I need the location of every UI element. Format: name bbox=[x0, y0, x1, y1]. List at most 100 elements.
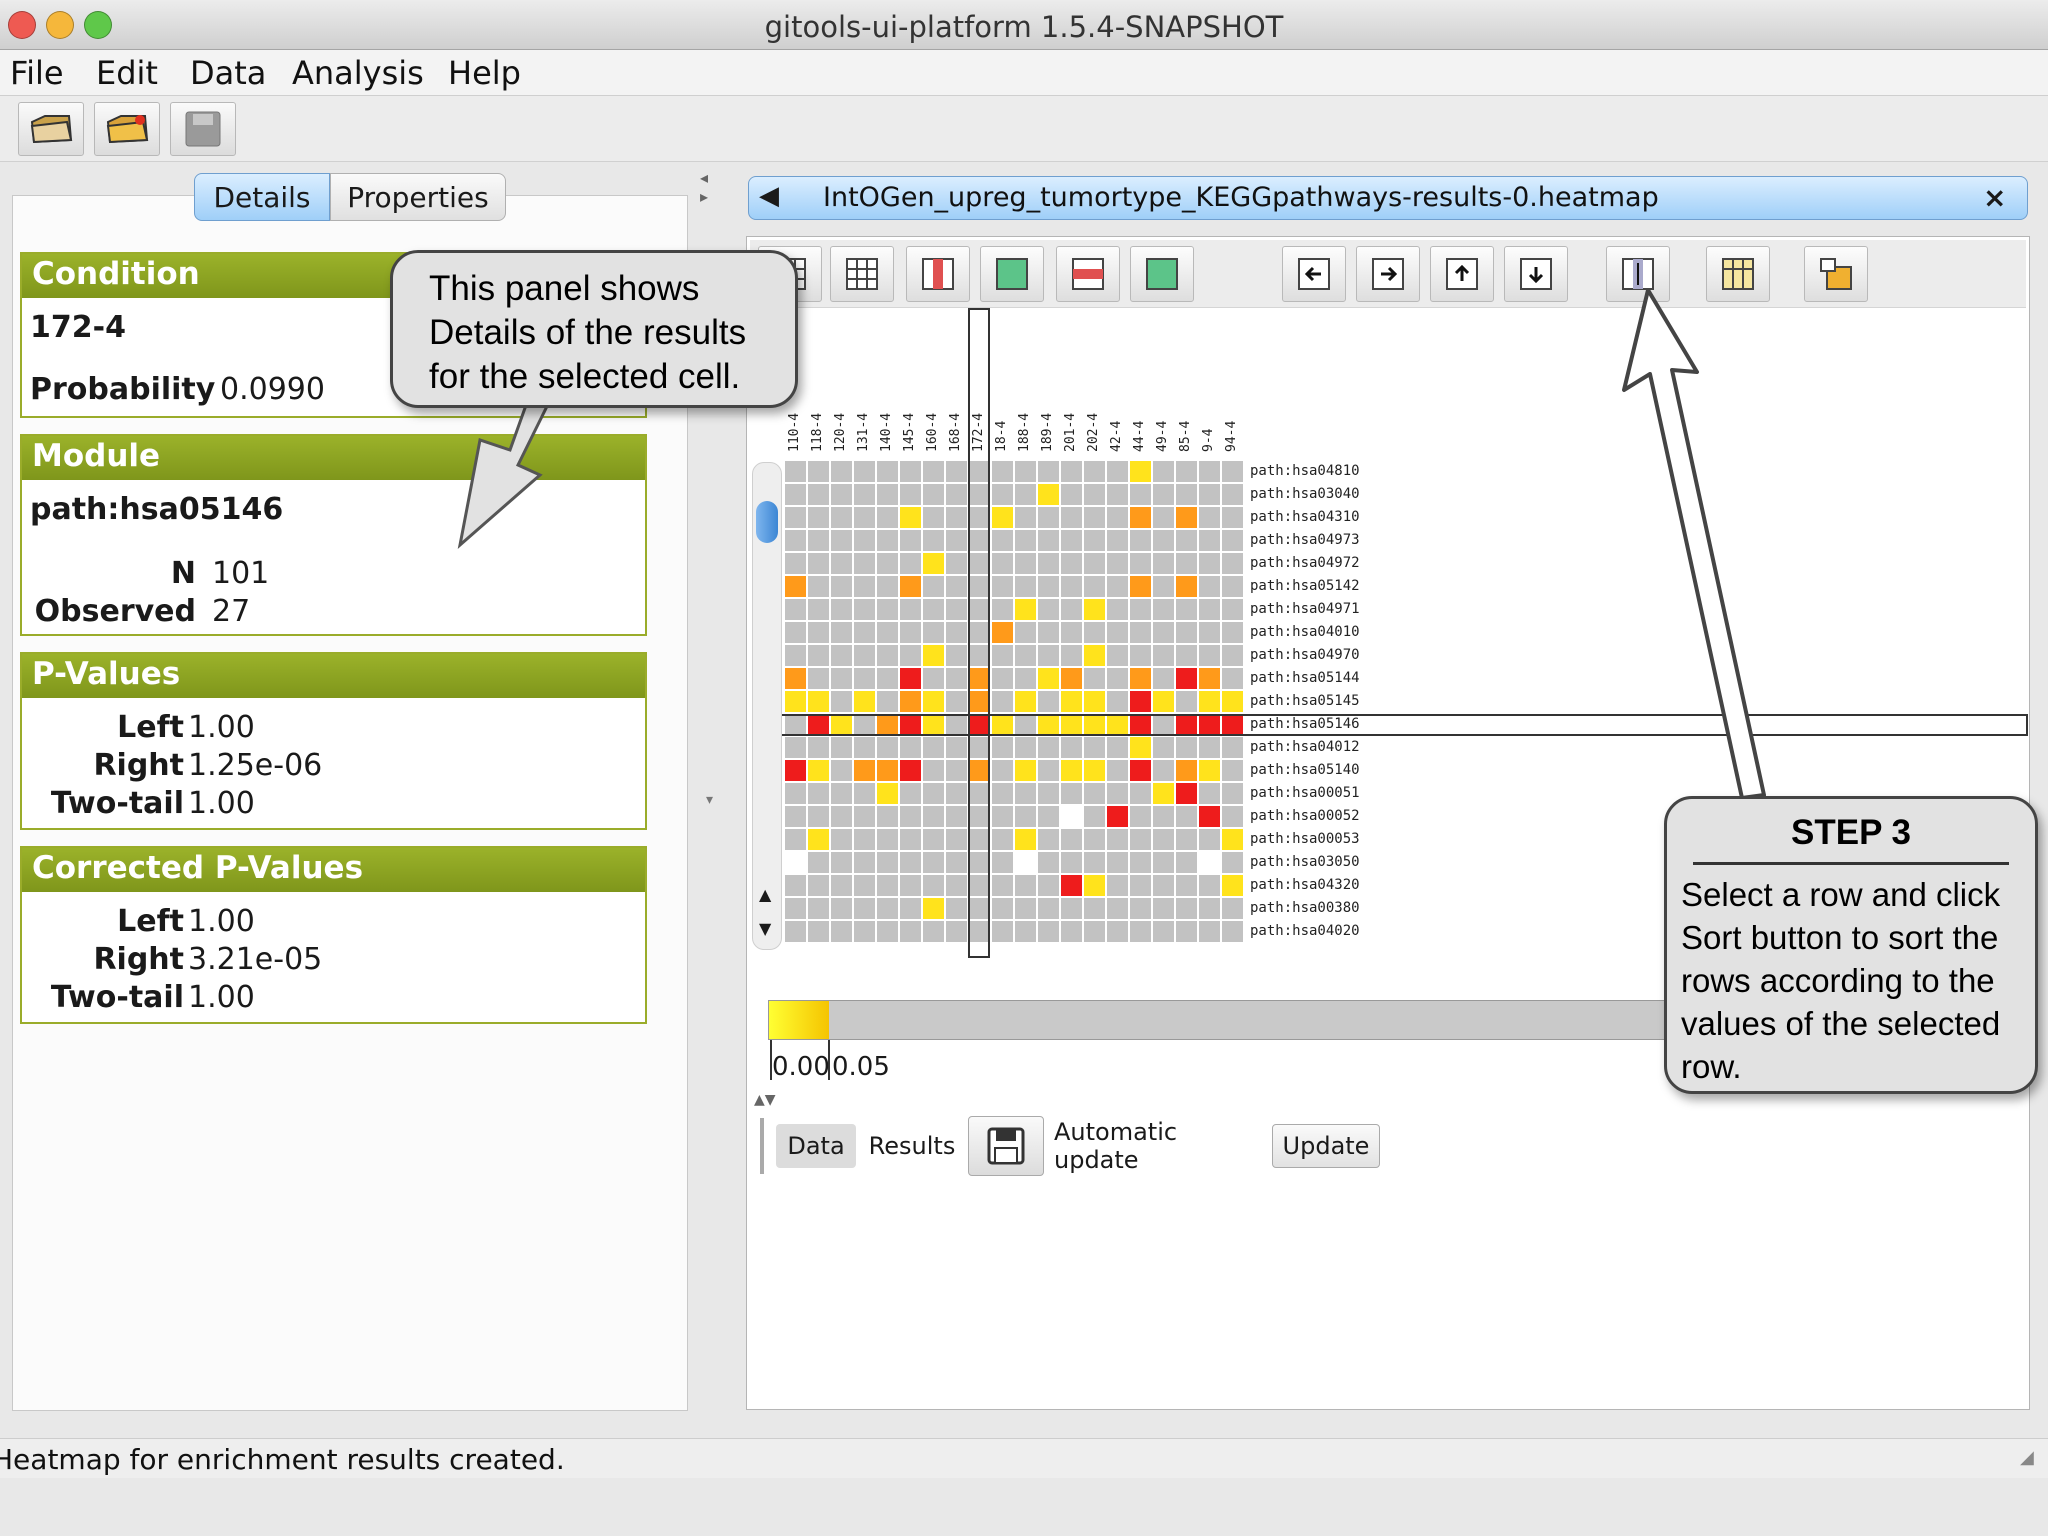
heatmap-cell[interactable] bbox=[1083, 644, 1106, 667]
heatmap-cell[interactable] bbox=[1152, 805, 1175, 828]
menu-help[interactable]: Help bbox=[448, 54, 521, 92]
heatmap-cell[interactable] bbox=[1037, 644, 1060, 667]
heatmap-cell[interactable] bbox=[1037, 897, 1060, 920]
heatmap-cell[interactable] bbox=[968, 483, 991, 506]
heatmap-cell[interactable] bbox=[1221, 529, 1244, 552]
heatmap-cell[interactable] bbox=[945, 506, 968, 529]
heatmap-cell[interactable] bbox=[1106, 644, 1129, 667]
heatmap-cell[interactable] bbox=[830, 621, 853, 644]
heatmap-cell[interactable] bbox=[853, 736, 876, 759]
heatmap-cell[interactable] bbox=[1152, 460, 1175, 483]
heatmap-cell[interactable] bbox=[968, 506, 991, 529]
heatmap-cell[interactable] bbox=[1106, 575, 1129, 598]
open-project-button[interactable] bbox=[94, 102, 160, 156]
heatmap-cell[interactable] bbox=[784, 483, 807, 506]
move-down-button[interactable] bbox=[1504, 246, 1568, 302]
heatmap-cell[interactable] bbox=[1198, 621, 1221, 644]
heatmap-cell[interactable] bbox=[1060, 598, 1083, 621]
heatmap-cell[interactable] bbox=[1060, 483, 1083, 506]
heatmap-cell[interactable] bbox=[1152, 851, 1175, 874]
heatmap-cell[interactable] bbox=[784, 690, 807, 713]
heatmap-cell[interactable] bbox=[899, 874, 922, 897]
heatmap-cell[interactable] bbox=[1198, 552, 1221, 575]
heatmap-cell[interactable] bbox=[1129, 529, 1152, 552]
heatmap-cell[interactable] bbox=[1152, 759, 1175, 782]
heatmap-cell[interactable] bbox=[830, 667, 853, 690]
heatmap-cell[interactable] bbox=[876, 805, 899, 828]
heatmap-cell[interactable] bbox=[922, 920, 945, 943]
heatmap-cell[interactable] bbox=[853, 506, 876, 529]
heatmap-cell[interactable] bbox=[945, 851, 968, 874]
heatmap-cell[interactable] bbox=[991, 621, 1014, 644]
heatmap-cell[interactable] bbox=[968, 851, 991, 874]
heatmap-cell[interactable] bbox=[1175, 828, 1198, 851]
row-label[interactable]: path:hsa04012 bbox=[1250, 739, 1360, 755]
heatmap-cell[interactable] bbox=[853, 621, 876, 644]
heatmap-cell[interactable] bbox=[1175, 897, 1198, 920]
heatmap-cell[interactable] bbox=[1129, 690, 1152, 713]
heatmap-cell[interactable] bbox=[945, 713, 968, 736]
heatmap-cell[interactable] bbox=[968, 897, 991, 920]
heatmap-cell[interactable] bbox=[1060, 690, 1083, 713]
heatmap-cell[interactable] bbox=[922, 460, 945, 483]
heatmap-cell[interactable] bbox=[899, 483, 922, 506]
heatmap-cell[interactable] bbox=[968, 621, 991, 644]
heatmap-cell[interactable] bbox=[784, 920, 807, 943]
heatmap-cell[interactable] bbox=[1129, 736, 1152, 759]
heatmap-cell[interactable] bbox=[1106, 690, 1129, 713]
menu-analysis[interactable]: Analysis bbox=[292, 54, 424, 92]
heatmap-cell[interactable] bbox=[968, 828, 991, 851]
heatmap-cell[interactable] bbox=[991, 506, 1014, 529]
heatmap-cell[interactable] bbox=[899, 644, 922, 667]
heatmap-cell[interactable] bbox=[876, 644, 899, 667]
heatmap-cell[interactable] bbox=[1060, 460, 1083, 483]
heatmap-cell[interactable] bbox=[1221, 552, 1244, 575]
heatmap-cell[interactable] bbox=[1198, 851, 1221, 874]
heatmap-cell[interactable] bbox=[968, 644, 991, 667]
column-label[interactable]: 172-4 bbox=[971, 413, 986, 452]
heatmap-cell[interactable] bbox=[830, 759, 853, 782]
heatmap-cell[interactable] bbox=[830, 920, 853, 943]
heatmap-cell[interactable] bbox=[1083, 483, 1106, 506]
heatmap-cell[interactable] bbox=[1106, 736, 1129, 759]
heatmap-cell[interactable] bbox=[968, 805, 991, 828]
row-label[interactable]: path:hsa00052 bbox=[1250, 808, 1360, 824]
heatmap-cell[interactable] bbox=[1152, 621, 1175, 644]
row-label[interactable]: path:hsa05145 bbox=[1250, 693, 1360, 709]
heatmap-cell[interactable] bbox=[991, 667, 1014, 690]
row-label[interactable]: path:hsa04810 bbox=[1250, 463, 1360, 479]
heatmap-cell[interactable] bbox=[945, 644, 968, 667]
column-label[interactable]: 120-4 bbox=[833, 413, 848, 452]
heatmap-cell[interactable] bbox=[876, 529, 899, 552]
heatmap-cell[interactable] bbox=[1014, 828, 1037, 851]
heatmap-cell[interactable] bbox=[899, 598, 922, 621]
heatmap-cell[interactable] bbox=[991, 851, 1014, 874]
heatmap-cell[interactable] bbox=[830, 644, 853, 667]
row-label[interactable]: path:hsa05144 bbox=[1250, 670, 1360, 686]
heatmap-cell[interactable] bbox=[1106, 920, 1129, 943]
heatmap-cell[interactable] bbox=[1083, 552, 1106, 575]
heatmap-cell[interactable] bbox=[922, 621, 945, 644]
heatmap-cell[interactable] bbox=[1198, 460, 1221, 483]
heatmap-cell[interactable] bbox=[1175, 874, 1198, 897]
heatmap-cell[interactable] bbox=[922, 575, 945, 598]
heatmap-cell[interactable] bbox=[1129, 713, 1152, 736]
heatmap-cell[interactable] bbox=[1037, 506, 1060, 529]
heatmap-cell[interactable] bbox=[1060, 552, 1083, 575]
heatmap-document-tab[interactable]: ◀ IntOGen_upreg_tumortype_KEGGpathways-r… bbox=[748, 176, 2028, 220]
heatmap-cell[interactable] bbox=[1198, 759, 1221, 782]
heatmap-cell[interactable] bbox=[1129, 920, 1152, 943]
heatmap-cell[interactable] bbox=[1106, 552, 1129, 575]
heatmap-cell[interactable] bbox=[1198, 575, 1221, 598]
heatmap-cell[interactable] bbox=[899, 851, 922, 874]
heatmap-cell[interactable] bbox=[1198, 736, 1221, 759]
heatmap-cell[interactable] bbox=[876, 667, 899, 690]
heatmap-cell[interactable] bbox=[968, 598, 991, 621]
heatmap-cell[interactable] bbox=[1175, 483, 1198, 506]
heatmap-cell[interactable] bbox=[853, 667, 876, 690]
open-folder-button[interactable] bbox=[18, 102, 84, 156]
column-label[interactable]: 202-4 bbox=[1086, 413, 1101, 452]
heatmap-cell[interactable] bbox=[1014, 621, 1037, 644]
tab-properties[interactable]: Properties bbox=[330, 173, 506, 221]
heatmap-cell[interactable] bbox=[922, 690, 945, 713]
